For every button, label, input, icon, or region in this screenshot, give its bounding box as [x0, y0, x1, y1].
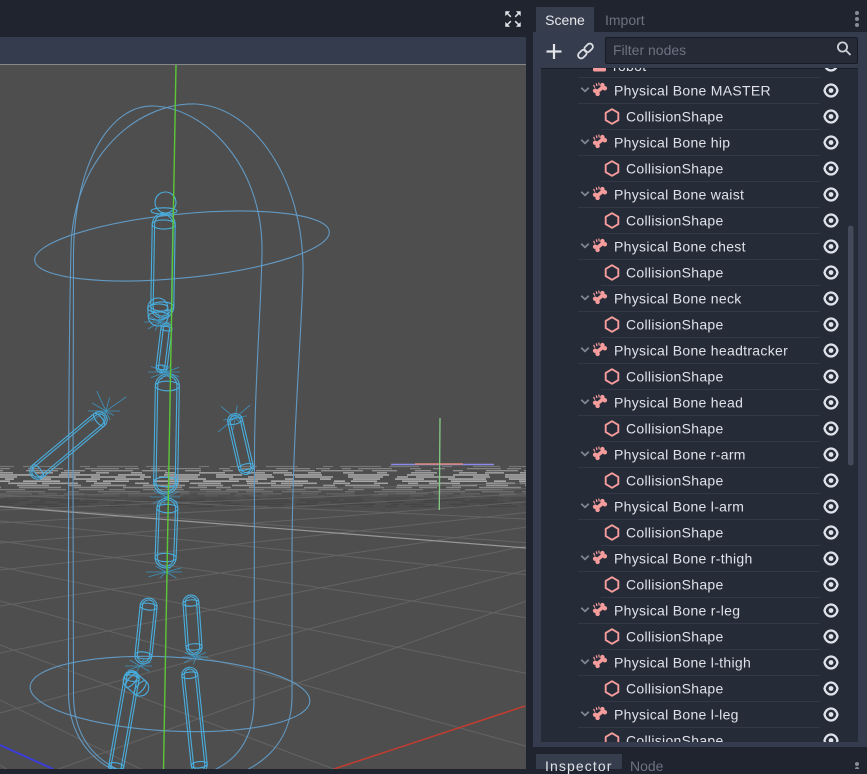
svg-text:CollisionShape: CollisionShape [626, 160, 724, 176]
svg-text:Physical Bone neck: Physical Bone neck [614, 290, 742, 306]
svg-text:Physical Bone l-leg: Physical Bone l-leg [614, 706, 739, 722]
svg-text:CollisionShape: CollisionShape [626, 472, 724, 488]
svg-text:CollisionShape: CollisionShape [626, 576, 724, 592]
svg-text:CollisionShape: CollisionShape [626, 368, 724, 384]
svg-text:CollisionShape: CollisionShape [626, 420, 724, 436]
svg-text:Physical Bone l-arm: Physical Bone l-arm [614, 498, 744, 514]
svg-text:CollisionShape: CollisionShape [626, 732, 724, 742]
svg-text:CollisionShape: CollisionShape [626, 212, 724, 228]
svg-text:Physical Bone headtracker: Physical Bone headtracker [614, 342, 788, 358]
svg-text:CollisionShape: CollisionShape [626, 108, 724, 124]
svg-text:CollisionShape: CollisionShape [626, 628, 724, 644]
svg-text:Physical Bone MASTER: Physical Bone MASTER [614, 82, 771, 98]
svg-text:CollisionShape: CollisionShape [626, 524, 724, 540]
svg-text:CollisionShape: CollisionShape [626, 316, 724, 332]
svg-text:Physical Bone r-leg: Physical Bone r-leg [614, 602, 740, 618]
svg-text:Physical Bone r-arm: Physical Bone r-arm [614, 446, 746, 462]
svg-text:CollisionShape: CollisionShape [626, 264, 724, 280]
svg-text:Physical Bone l-thigh: Physical Bone l-thigh [614, 654, 751, 670]
svg-text:robot: robot [613, 68, 646, 74]
svg-text:CollisionShape: CollisionShape [626, 680, 724, 696]
svg-text:Physical Bone hip: Physical Bone hip [614, 134, 730, 150]
svg-text:Physical Bone r-thigh: Physical Bone r-thigh [614, 550, 753, 566]
svg-text:Physical Bone chest: Physical Bone chest [614, 238, 746, 254]
svg-text:Physical Bone waist: Physical Bone waist [614, 186, 744, 202]
svg-text:Physical Bone head: Physical Bone head [614, 394, 743, 410]
